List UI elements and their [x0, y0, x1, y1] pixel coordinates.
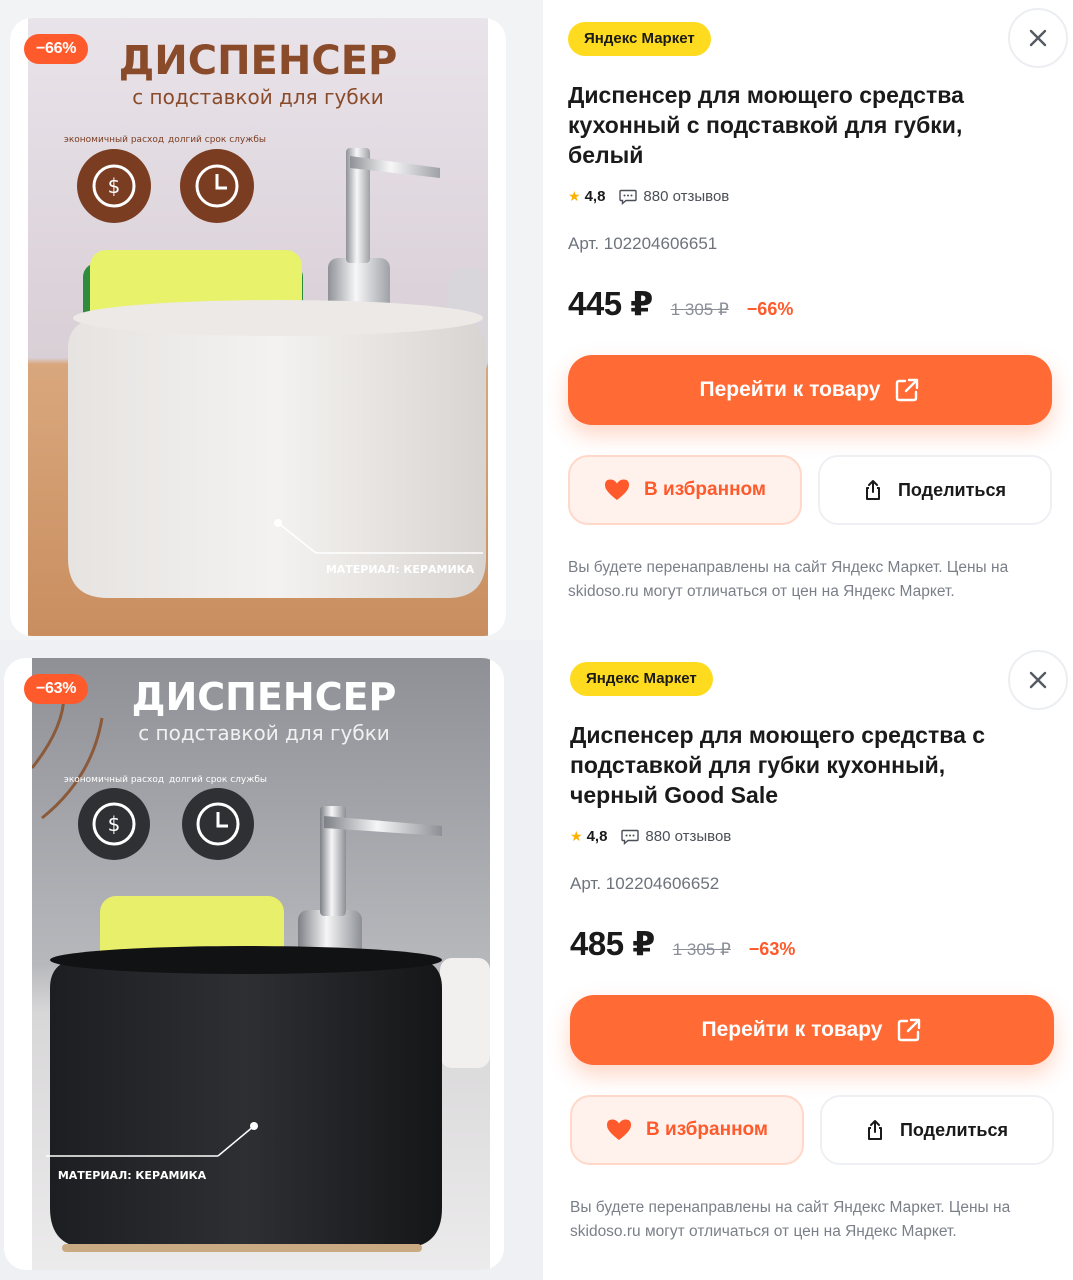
image-icon1-caption: экономичный расход	[64, 135, 164, 145]
current-price: 445 ₽	[568, 285, 653, 322]
favorite-button[interactable]: В избранном	[570, 1095, 804, 1165]
favorite-button[interactable]: В избранном	[568, 455, 802, 525]
price-row: 445 ₽ 1 305 ₽ −66%	[568, 284, 793, 323]
old-price: 1 305 ₽	[672, 940, 731, 959]
image-subline: с подставкой для губки	[138, 721, 390, 745]
product-title[interactable]: Диспенсер для моющего средства с подстав…	[570, 720, 1010, 810]
product-image-area: ДИСПЕНСЕР с подставкой для губки $ эконо…	[0, 640, 543, 1280]
external-link-icon	[896, 378, 919, 402]
image-icon1-caption: экономичный расход	[64, 775, 164, 785]
go-to-product-label: Перейти к товару	[701, 1018, 883, 1041]
product-photo: ДИСПЕНСЕР с подставкой для губки $ эконо…	[28, 18, 488, 636]
product-card: ДИСПЕНСЕР с подставкой для губки $ эконо…	[0, 0, 1073, 640]
product-card: ДИСПЕНСЕР с подставкой для губки $ эконо…	[0, 640, 1073, 1280]
share-label: Поделиться	[899, 1119, 1009, 1140]
product-image-area: ДИСПЕНСЕР с подставкой для губки $ эконо…	[0, 0, 543, 640]
image-headline: ДИСПЕНСЕР	[119, 38, 398, 84]
article-number: Арт. 102204606651	[568, 234, 718, 253]
rating-value: 4,8	[586, 828, 608, 845]
heart-icon	[607, 1119, 632, 1140]
image-material-caption: МАТЕРИАЛ: КЕРАМИКА	[326, 563, 475, 576]
current-price: 485 ₽	[570, 925, 655, 962]
image-subline: с подставкой для губки	[132, 85, 384, 109]
reviews-count[interactable]: 880 отзывов	[643, 188, 729, 205]
article-number: Арт. 102204606652	[570, 874, 720, 893]
svg-text:$: $	[108, 812, 121, 836]
product-image[interactable]: ДИСПЕНСЕР с подставкой для губки $ эконо…	[10, 18, 506, 636]
product-info: Яндекс Маркет Диспенсер для моющего сред…	[568, 0, 1068, 640]
reviews-count[interactable]: 880 отзывов	[645, 828, 731, 845]
star-icon: ★	[570, 828, 583, 844]
yandex-market-badge: Яндекс Маркет	[570, 662, 713, 696]
rating-row: ★ 4,8 880 отзывов	[570, 828, 731, 845]
price-row: 485 ₽ 1 305 ₽ −63%	[570, 924, 795, 963]
share-button[interactable]: Поделиться	[818, 455, 1052, 525]
product-photo: ДИСПЕНСЕР с подставкой для губки $ эконо…	[32, 658, 490, 1270]
discount-badge: −66%	[24, 34, 89, 64]
share-label: Поделиться	[897, 479, 1007, 500]
image-headline: ДИСПЕНСЕР	[132, 675, 397, 719]
close-button[interactable]	[1008, 8, 1068, 68]
rating-value: 4,8	[584, 188, 606, 205]
image-material-caption: МАТЕРИАЛ: КЕРАМИКА	[58, 1169, 207, 1182]
go-to-product-label: Перейти к товару	[699, 378, 881, 401]
discount-badge: −63%	[24, 674, 89, 704]
close-button[interactable]	[1008, 650, 1068, 710]
image-icon2-caption: долгий срок службы	[168, 135, 266, 145]
external-link-icon	[898, 1018, 921, 1042]
favorite-label: В избранном	[644, 479, 766, 500]
go-to-product-button[interactable]: Перейти к товару	[570, 995, 1054, 1065]
comment-icon	[621, 829, 640, 845]
product-info: Яндекс Маркет Диспенсер для моющего сред…	[570, 640, 1068, 1280]
share-icon	[867, 1120, 882, 1140]
rating-row: ★ 4,8 880 отзывов	[568, 188, 729, 205]
redirect-note: Вы будете перенаправлены на сайт Яндекс …	[568, 559, 1009, 600]
image-icon2-caption: долгий срок службы	[169, 775, 267, 785]
product-image[interactable]: ДИСПЕНСЕР с подставкой для губки $ эконо…	[4, 658, 504, 1270]
share-button[interactable]: Поделиться	[820, 1095, 1054, 1165]
redirect-note: Вы будете перенаправлены на сайт Яндекс …	[570, 1199, 1011, 1240]
star-icon: ★	[568, 188, 581, 204]
discount-percent: −66%	[746, 299, 794, 319]
favorite-label: В избранном	[646, 1119, 768, 1140]
product-title[interactable]: Диспенсер для моющего средства кухонный …	[568, 80, 1008, 170]
comment-icon	[619, 189, 638, 205]
yandex-market-badge: Яндекс Маркет	[568, 22, 711, 56]
discount-percent: −63%	[748, 939, 796, 959]
old-price: 1 305 ₽	[670, 300, 729, 319]
heart-icon	[605, 479, 630, 500]
close-icon	[1029, 671, 1047, 689]
svg-text:$: $	[108, 174, 121, 198]
go-to-product-button[interactable]: Перейти к товару	[568, 355, 1052, 425]
close-icon	[1029, 29, 1047, 47]
share-icon	[865, 480, 880, 500]
